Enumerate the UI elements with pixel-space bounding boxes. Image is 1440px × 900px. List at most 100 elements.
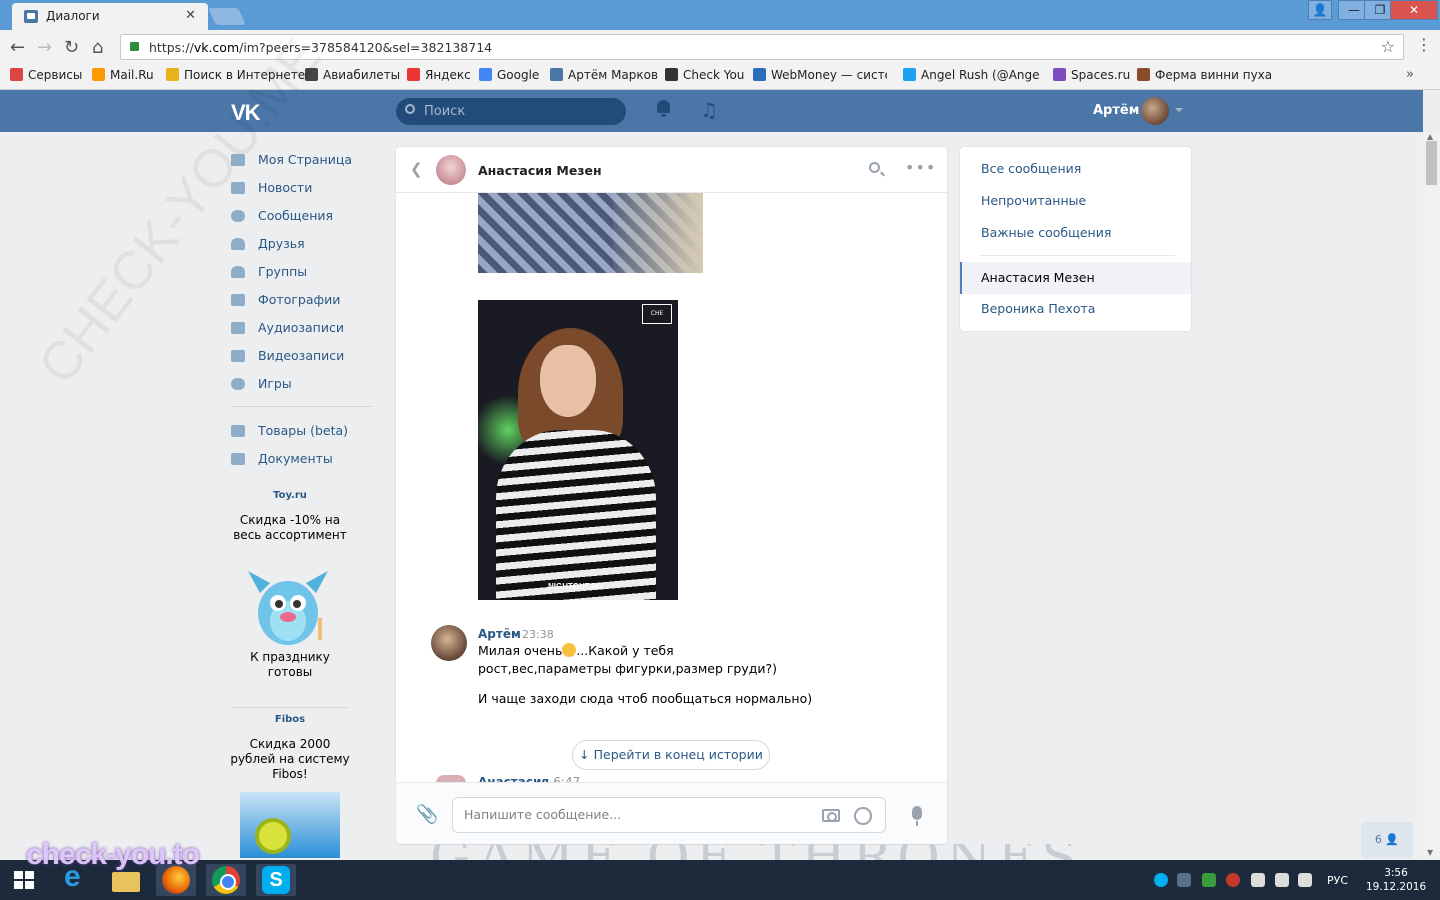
bookmark-check-you[interactable]: Check You	[665, 68, 744, 82]
close-window-button[interactable]: ✕	[1390, 0, 1438, 20]
bookmark-services[interactable]: Сервисы	[10, 68, 82, 82]
online-friends-button[interactable]: 6 👤	[1361, 822, 1413, 858]
notifications-bell-icon[interactable]	[656, 100, 671, 117]
secure-lock-icon	[130, 42, 139, 51]
ad-toy-dragon-image[interactable]	[240, 563, 336, 653]
volume-tray-icon[interactable]	[1298, 873, 1312, 887]
ad-toy[interactable]: Toy.ru Скидка -10% на весь ассортимент	[230, 490, 350, 543]
url-scheme: https://	[149, 40, 194, 55]
nav-groups[interactable]: Группы	[230, 258, 380, 286]
page-scrollbar[interactable]: ▲ ▼	[1423, 132, 1440, 860]
bookmark-google[interactable]: Google	[479, 68, 539, 82]
bookmark-ferma[interactable]: Ферма винни пуха -	[1137, 68, 1273, 82]
bookmark-star-icon[interactable]: ☆	[1381, 37, 1395, 56]
message-author[interactable]: Артём	[478, 627, 521, 641]
peer-name[interactable]: Анастасия Мезен	[478, 163, 602, 178]
dialog-search-icon[interactable]	[869, 162, 880, 173]
system-clock[interactable]: 3:56 19.12.2016	[1366, 866, 1426, 894]
person-icon: 👤	[1385, 833, 1400, 846]
antivirus-tray-icon[interactable]	[1226, 873, 1240, 887]
steam-tray-icon[interactable]	[1177, 873, 1191, 887]
message-input[interactable]	[464, 807, 804, 822]
bookmark-spaces[interactable]: Spaces.ru	[1053, 68, 1130, 82]
nav-games[interactable]: Игры	[230, 370, 380, 398]
group-icon	[231, 266, 245, 278]
arrow-down-icon: ↓	[579, 747, 590, 762]
home-icon[interactable]: ⌂	[92, 37, 103, 58]
chrome-icon[interactable]	[206, 864, 246, 896]
bookmarks-more-icon[interactable]: »	[1406, 67, 1414, 82]
nav-documents[interactable]: Документы	[230, 445, 380, 473]
background-banner-text: GAME OF THRONES	[430, 844, 1083, 860]
chevron-down-icon[interactable]	[1175, 108, 1183, 112]
message-photo[interactable]	[478, 193, 703, 273]
nav-friends[interactable]: Друзья	[230, 230, 380, 258]
conversation-item-selected[interactable]: Анастасия Мезен	[960, 262, 1191, 294]
camera-icon[interactable]	[822, 809, 840, 822]
message-input-box[interactable]	[452, 797, 886, 833]
bag-icon	[231, 425, 245, 437]
attach-paperclip-icon[interactable]: 📎	[416, 804, 438, 825]
camera-icon	[231, 294, 245, 306]
message-time[interactable]: 23:38	[522, 628, 554, 641]
windows-taskbar	[0, 860, 1440, 900]
filter-all[interactable]: Все сообщения	[981, 161, 1081, 176]
filter-important[interactable]: Важные сообщения	[981, 225, 1111, 240]
header-user-name[interactable]: Артём	[1093, 103, 1139, 118]
peer-avatar[interactable]	[436, 155, 466, 185]
skype-tray-icon[interactable]	[1154, 873, 1168, 887]
bookmarks-bar: Сервисы Mail.Ru Поиск в Интернете Авиаби…	[0, 64, 1440, 90]
document-icon	[231, 453, 245, 465]
ad-fibos-image[interactable]	[240, 792, 340, 858]
filter-divider	[980, 255, 1175, 256]
microphone-icon[interactable]	[912, 806, 922, 826]
url-text[interactable]: https://vk.com/im?peers=378584120&sel=38…	[149, 40, 492, 55]
language-indicator[interactable]: РУС	[1327, 874, 1348, 887]
nav-messages[interactable]: Сообщения	[230, 202, 380, 230]
nav-news[interactable]: Новости	[230, 174, 380, 202]
bookmark-angel-rush[interactable]: Angel Rush (@AngelR	[903, 68, 1040, 82]
scroll-up-arrow-icon[interactable]: ▲	[1427, 132, 1433, 141]
ad-fibos[interactable]: Fibos Скидка 2000 рублей на систему Fibo…	[230, 714, 350, 782]
more-options-icon[interactable]: •••	[905, 158, 936, 177]
photo-logo: CHE	[642, 304, 672, 324]
bookmark-mailru[interactable]: Mail.Ru	[92, 68, 154, 82]
scroll-thumb[interactable]	[1426, 141, 1437, 185]
new-tab-button[interactable]	[208, 8, 246, 25]
flag-tray-icon[interactable]	[1251, 873, 1265, 887]
back-arrow-icon[interactable]: ←	[10, 37, 25, 58]
nav-photos[interactable]: Фотографии	[230, 286, 380, 314]
bookmark-yandex[interactable]: Яндекс	[407, 68, 471, 82]
browser-menu-icon[interactable]: ⋮	[1416, 35, 1432, 54]
skype-icon[interactable]	[256, 864, 296, 896]
yandex-icon	[407, 68, 420, 81]
reload-icon[interactable]: ↻	[64, 37, 79, 58]
messages-icon	[231, 210, 245, 222]
vk-search-input[interactable]: Поиск	[396, 98, 626, 125]
profile-icon[interactable]: 👤	[1308, 0, 1332, 20]
utorrent-tray-icon[interactable]	[1202, 873, 1216, 887]
nav-video[interactable]: Видеозаписи	[230, 342, 380, 370]
google-icon	[479, 68, 492, 81]
tab-close-icon[interactable]: ✕	[185, 8, 196, 23]
scroll-down-arrow-icon[interactable]: ▼	[1427, 848, 1433, 857]
emoji-smile-icon[interactable]	[854, 807, 872, 825]
left-navigation: Моя Страница Новости Сообщения Друзья Гр…	[230, 146, 380, 473]
conversation-item[interactable]: Вероника Пехота	[981, 301, 1095, 316]
message-avatar[interactable]	[431, 625, 467, 661]
ad-text: Скидка 2000 рублей на систему Fibos!	[230, 737, 350, 781]
goto-end-button[interactable]: ↓ Перейти в конец истории	[572, 740, 770, 770]
filter-unread[interactable]: Непрочитанные	[981, 193, 1086, 208]
nav-audio[interactable]: Аудиозаписи	[230, 314, 380, 342]
music-note-icon[interactable]: ♫	[700, 98, 718, 122]
header-avatar[interactable]	[1141, 97, 1169, 125]
bookmark-webmoney[interactable]: WebMoney — систем	[753, 68, 887, 82]
nav-goods[interactable]: Товары (beta)	[230, 417, 380, 445]
tab-dialogs[interactable]: Диалоги ✕	[12, 3, 208, 30]
back-chevron-icon[interactable]: ❮	[410, 160, 423, 178]
bookmark-artem-markov[interactable]: Артём Марков	[550, 68, 658, 82]
message-photo[interactable]: CHE NIGHTOUT.RU	[478, 300, 678, 600]
forward-arrow-icon[interactable]: →	[37, 37, 52, 58]
ad-toy-caption[interactable]: К празднику готовы	[230, 650, 350, 680]
network-tray-icon[interactable]	[1275, 873, 1289, 887]
